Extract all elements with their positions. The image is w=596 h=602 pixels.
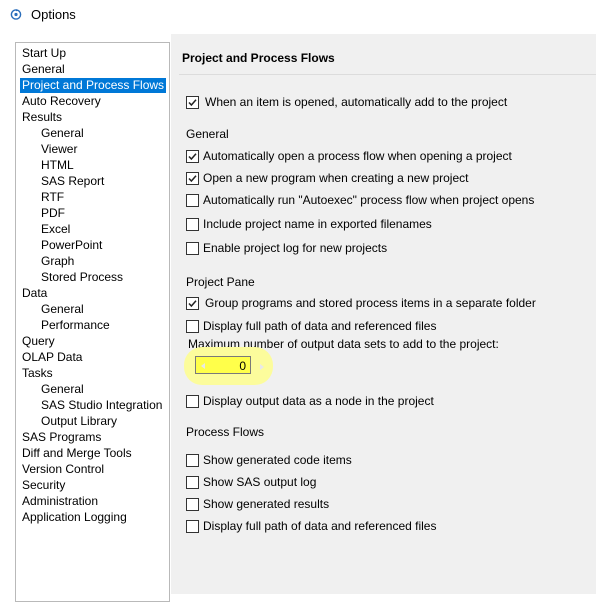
max-output-spinner[interactable]: 0 [195,356,251,374]
process-flows-full-path-label: Display full path of data and referenced… [203,519,437,533]
tree-item-excel[interactable]: Excel [39,222,72,237]
group-programs-checkbox[interactable] [186,297,199,310]
tree-item-sas-programs[interactable]: SAS Programs [20,430,103,445]
include-project-name-checkbox[interactable] [186,218,199,231]
show-code-items-label: Show generated code items [203,453,352,467]
autoexec-label: Automatically run "Autoexec" process flo… [203,193,535,207]
tree-item-olap-data[interactable]: OLAP Data [20,350,84,365]
general-group-label: General [186,127,229,141]
tree-item-administration[interactable]: Administration [20,494,100,509]
enable-project-log-checkbox[interactable] [186,242,199,255]
spin-increase-icon[interactable] [260,364,264,370]
tree-item-data-general[interactable]: General [39,302,86,317]
tree-item-sas-report[interactable]: SAS Report [39,174,106,189]
show-results-label: Show generated results [203,497,330,511]
tree-item-tasks-general[interactable]: General [39,382,86,397]
panel-divider [179,74,596,75]
tree-item-data[interactable]: Data [20,286,49,301]
show-results-checkbox[interactable] [186,498,199,511]
tree-item-performance[interactable]: Performance [39,318,112,333]
tree-item-general[interactable]: General [20,62,67,77]
project-pane-full-path-checkbox[interactable] [186,320,199,333]
tree-item-html[interactable]: HTML [39,158,76,173]
sas-eg-icon [10,8,22,20]
window-title: Options [31,7,76,22]
tree-item-application-logging[interactable]: Application Logging [20,510,129,525]
project-pane-full-path-label: Display full path of data and referenced… [203,319,437,333]
enable-project-log-label: Enable project log for new projects [203,241,388,255]
open-new-program-label: Open a new program when creating a new p… [203,171,469,185]
project-pane-group-label: Project Pane [186,275,255,289]
process-flows-group-label: Process Flows [186,425,265,439]
tree-item-viewer[interactable]: Viewer [39,142,79,157]
title-bar: Options [0,0,596,30]
spin-decrease-icon[interactable] [201,363,205,369]
tree-item-auto-recovery[interactable]: Auto Recovery [20,94,103,109]
max-output-value[interactable]: 0 [239,359,246,373]
process-flows-full-path-checkbox[interactable] [186,520,199,533]
tree-item-sas-studio-integration[interactable]: SAS Studio Integration [39,398,164,413]
auto-add-checkbox[interactable] [186,96,199,109]
tree-item-powerpoint[interactable]: PowerPoint [39,238,104,253]
tree-item-query[interactable]: Query [20,334,57,349]
auto-open-flow-label: Automatically open a process flow when o… [203,149,512,163]
tree-item-results[interactable]: Results [20,110,64,125]
tree-item-start-up[interactable]: Start Up [20,46,68,61]
options-tree[interactable]: Start Up General Project and Process Flo… [15,42,170,602]
tree-item-security[interactable]: Security [20,478,67,493]
tree-item-rtf[interactable]: RTF [39,190,66,205]
tree-item-output-library[interactable]: Output Library [39,414,119,429]
tree-item-graph[interactable]: Graph [39,254,76,269]
tree-item-tasks[interactable]: Tasks [20,366,55,381]
panel-title: Project and Process Flows [182,51,335,65]
open-new-program-checkbox[interactable] [186,172,199,185]
tree-item-version-control[interactable]: Version Control [20,462,106,477]
autoexec-checkbox[interactable] [186,194,199,207]
auto-add-label: When an item is opened, automatically ad… [205,95,508,109]
tree-item-project-and-process-flows[interactable]: Project and Process Flows [20,78,167,93]
show-sas-log-checkbox[interactable] [186,476,199,489]
include-project-name-label: Include project name in exported filenam… [203,217,432,231]
tree-item-diff-and-merge-tools[interactable]: Diff and Merge Tools [20,446,134,461]
display-output-node-label: Display output data as a node in the pro… [203,394,434,408]
tree-item-pdf[interactable]: PDF [39,206,67,221]
group-programs-label: Group programs and stored process items … [205,296,536,310]
show-sas-log-label: Show SAS output log [203,475,317,489]
auto-open-flow-checkbox[interactable] [186,150,199,163]
show-code-items-checkbox[interactable] [186,454,199,467]
tree-item-results-general[interactable]: General [39,126,86,141]
settings-panel: Project and Process Flows When an item i… [171,34,596,594]
tree-item-stored-process[interactable]: Stored Process [39,270,125,285]
display-output-node-checkbox[interactable] [186,395,199,408]
